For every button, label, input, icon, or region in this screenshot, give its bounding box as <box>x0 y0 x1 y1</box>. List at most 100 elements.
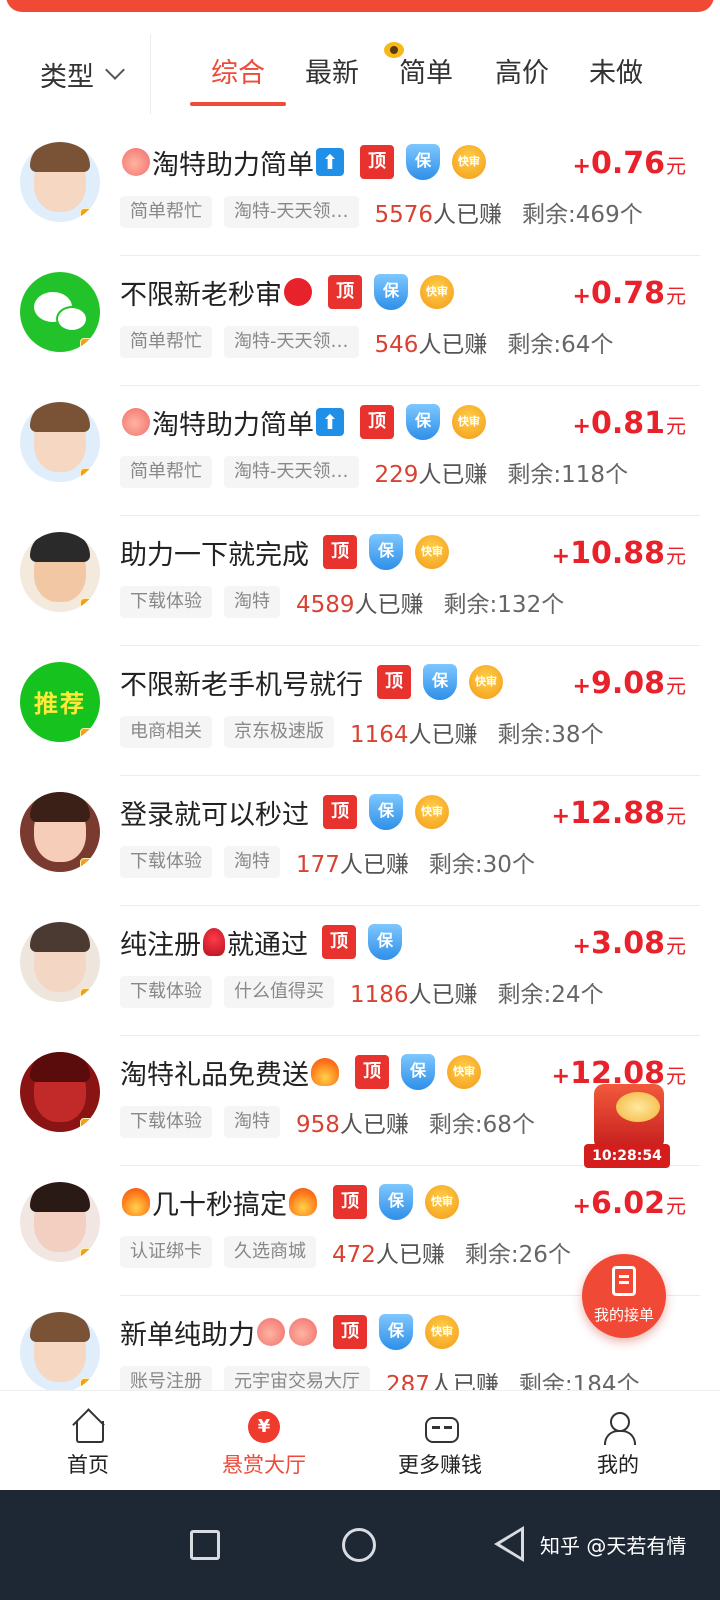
task-tag: 淘特-天天领… <box>224 326 359 358</box>
remaining-count: 剩余:469个 <box>522 195 643 229</box>
remain-suffix: 个 <box>511 852 535 878</box>
task-tag: 下载体验 <box>120 976 212 1008</box>
nav-home[interactable]: 首页 <box>28 1391 148 1491</box>
task-tag: 淘特-天天领… <box>224 456 359 488</box>
task-meta-line: 下载体验 淘特 177人已赚 剩余:30个 <box>120 846 535 878</box>
earned-suffix: 人已赚 <box>418 332 488 358</box>
remain-number: 132 <box>497 592 542 618</box>
earned-count: 177人已赚 <box>296 845 409 879</box>
pinned-badge: 顶 <box>360 405 394 439</box>
task-avatar: 年卡 <box>20 1312 100 1392</box>
fast-review-badge: 快审 <box>447 1055 481 1089</box>
remaining-count: 剩余:26个 <box>465 1235 571 1269</box>
task-row[interactable]: 年卡 登录就可以秒过顶保快审 +12.88元下载体验淘特 177人已赚剩余:30个 <box>0 776 720 906</box>
remain-prefix: 剩余: <box>497 982 552 1008</box>
task-avatar: 年卡 <box>20 142 100 222</box>
remain-suffix: 个 <box>590 332 614 358</box>
recent-apps-button[interactable] <box>190 1530 220 1560</box>
remain-number: 64 <box>561 332 591 358</box>
task-tag: 下载体验 <box>120 1106 212 1138</box>
task-row[interactable]: 年卡 纯注册就通过顶保 +3.08元下载体验什么值得买 1186人已赚剩余:24个 <box>0 906 720 1036</box>
tab-high-price[interactable]: 高价 <box>482 54 562 94</box>
task-row[interactable]: 年卡 淘特助力简单⬆ 顶保快审 +0.81元简单帮忙淘特-天天领… 229人已赚剩余:1… <box>0 386 720 516</box>
annual-card-badge: 年卡 <box>80 598 100 612</box>
pinned-badge: 顶 <box>323 535 357 569</box>
reward-amount: 0.78 <box>590 276 665 311</box>
tab-undone[interactable]: 未做 <box>576 54 656 94</box>
earned-suffix: 人已赚 <box>418 462 488 488</box>
red-packet-float[interactable]: 10:28:54 <box>584 1084 670 1168</box>
reward-unit: 元 <box>666 934 686 958</box>
my-orders-button[interactable]: 我的接单 <box>582 1254 666 1338</box>
tab-latest[interactable]: 最新 <box>292 54 372 94</box>
nav-label: 更多赚钱 <box>398 1453 482 1477</box>
peach-icon <box>122 148 150 176</box>
active-tab-indicator <box>190 102 286 106</box>
tab-comprehensive[interactable]: 综合 <box>198 54 278 94</box>
task-meta-line: 简单帮忙 淘特-天天领… 5576人已赚 剩余:469个 <box>120 196 643 228</box>
annual-card-badge: 年卡 <box>80 338 100 352</box>
pinned-badge: 顶 <box>360 145 394 179</box>
reward-plus: + <box>551 804 571 829</box>
nav-label: 我的 <box>597 1453 639 1477</box>
task-reward: +0.76 元 <box>573 146 686 190</box>
earned-suffix: 人已赚 <box>433 202 503 228</box>
reward-unit: 元 <box>666 414 686 438</box>
fire-icon <box>122 1188 150 1216</box>
reward-amount: 3.08 <box>590 926 665 961</box>
remain-number: 38 <box>551 722 581 748</box>
nav-label: 悬赏大厅 <box>222 1453 306 1477</box>
task-meta-line: 电商相关 京东极速版 1164人已赚 剩余:38个 <box>120 716 604 748</box>
task-avatar: 年卡 <box>20 1052 100 1132</box>
remain-number: 118 <box>561 462 606 488</box>
task-avatar: 推荐年卡 <box>20 662 100 742</box>
remain-number: 30 <box>482 852 512 878</box>
remain-suffix: 个 <box>580 722 604 748</box>
fast-review-badge: 快审 <box>425 1185 459 1219</box>
top-banner-edge <box>0 0 720 14</box>
fast-review-badge: 快审 <box>452 145 486 179</box>
reward-unit: 元 <box>666 284 686 308</box>
avatar-recommend-text: 推荐 <box>34 690 86 718</box>
task-meta-line: 简单帮忙 淘特-天天领… 546人已赚 剩余:64个 <box>120 326 613 358</box>
pinned-badge: 顶 <box>333 1185 367 1219</box>
pinned-badge: 顶 <box>323 795 357 829</box>
peach-icon <box>122 408 150 436</box>
task-row[interactable]: 年卡 助力一下就完成顶保快审 +10.88元下载体验淘特 4589人已赚剩余:132个 <box>0 516 720 646</box>
task-title-line: 淘特礼品免费送 顶保快审 <box>120 1052 481 1092</box>
guarantee-shield-icon: 保 <box>368 924 402 960</box>
task-meta-line: 下载体验 什么值得买 1186人已赚 剩余:24个 <box>120 976 604 1008</box>
fire-icon <box>289 1188 317 1216</box>
divider <box>150 34 151 114</box>
filter-bar: 类型 综合 最新 简单 高价 未做 <box>0 30 720 122</box>
type-filter-dropdown[interactable]: 类型 <box>40 54 125 94</box>
task-reward: +6.02 元 <box>573 1186 686 1230</box>
red-circle-icon <box>284 278 312 306</box>
task-row[interactable]: 推荐年卡不限新老手机号就行顶保快审+9.08元电商相关京东极速版1164人已赚剩… <box>0 646 720 776</box>
task-row[interactable]: 年卡 不限新老秒审 顶保快审 +0.78元简单帮忙淘特-天天领… 546人已赚剩余:64… <box>0 256 720 386</box>
task-title: 助力一下就完成 <box>120 539 309 571</box>
task-row[interactable]: 年卡 淘特助力简单⬆ 顶保快审 +0.76元简单帮忙淘特-天天领… 5576人已赚剩余:… <box>0 126 720 256</box>
remain-prefix: 剩余: <box>428 1112 483 1138</box>
remain-prefix: 剩余: <box>522 202 576 228</box>
remain-prefix: 剩余: <box>428 852 483 878</box>
task-tag: 电商相关 <box>120 716 212 748</box>
remaining-count: 剩余:118个 <box>507 455 628 489</box>
task-title: 新单纯助力 <box>120 1319 255 1351</box>
guarantee-shield-icon: 保 <box>379 1314 413 1350</box>
nav-more-earn[interactable]: 更多赚钱 <box>380 1391 500 1491</box>
fast-review-badge: 快审 <box>469 665 503 699</box>
home-button[interactable] <box>342 1528 376 1562</box>
nav-reward-hall[interactable]: ¥ 悬赏大厅 <box>204 1391 324 1491</box>
task-title-line: 淘特助力简单 ⬆ 顶保快审 <box>120 142 486 182</box>
task-reward: +0.78 元 <box>573 276 686 320</box>
annual-card-badge: 年卡 <box>80 208 100 222</box>
task-tag: 淘特-天天领… <box>224 196 359 228</box>
task-meta-line: 认证绑卡 久选商城 472人已赚 剩余:26个 <box>120 1236 571 1268</box>
nav-mine[interactable]: 我的 <box>558 1391 678 1491</box>
tab-simple[interactable]: 简单 <box>386 54 466 94</box>
up-arrow-icon: ⬆ <box>316 408 344 436</box>
task-tag: 淘特 <box>224 586 280 618</box>
remain-prefix: 剩余: <box>464 1242 519 1268</box>
reward-unit: 元 <box>666 1194 686 1218</box>
